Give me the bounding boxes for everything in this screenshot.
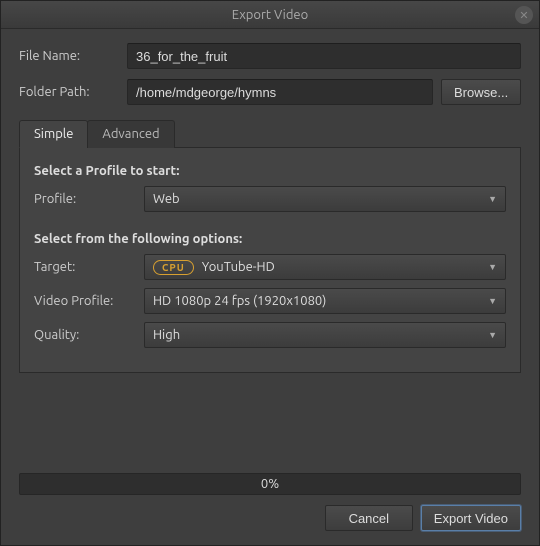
titlebar: Export Video ✕ bbox=[1, 1, 539, 29]
close-button[interactable]: ✕ bbox=[515, 6, 533, 24]
quality-label: Quality: bbox=[34, 328, 144, 342]
cpu-badge: CPU bbox=[153, 260, 194, 275]
video-profile-label: Video Profile: bbox=[34, 294, 144, 308]
tab-panel-simple: Select a Profile to start: Profile: Web … bbox=[19, 148, 521, 373]
tab-advanced[interactable]: Advanced bbox=[87, 120, 174, 148]
progress-bar: 0% bbox=[19, 473, 521, 495]
profile-value: Web bbox=[153, 192, 180, 206]
target-combo[interactable]: CPU YouTube-HD ▼ bbox=[144, 254, 506, 280]
target-label: Target: bbox=[34, 260, 144, 274]
quality-value: High bbox=[153, 328, 180, 342]
video-profile-value: HD 1080p 24 fps (1920x1080) bbox=[153, 294, 326, 308]
chevron-down-icon: ▼ bbox=[488, 330, 497, 340]
folder-path-input[interactable] bbox=[127, 79, 433, 105]
options-section-heading: Select from the following options: bbox=[34, 232, 506, 246]
tab-simple[interactable]: Simple bbox=[19, 120, 88, 148]
chevron-down-icon: ▼ bbox=[488, 262, 497, 272]
target-row: Target: CPU YouTube-HD ▼ bbox=[34, 254, 506, 280]
file-name-label: File Name: bbox=[19, 49, 127, 63]
file-name-row: File Name: bbox=[19, 43, 521, 69]
target-value: YouTube-HD bbox=[202, 260, 275, 274]
folder-path-row: Folder Path: Browse... bbox=[19, 79, 521, 105]
tab-strip: Simple Advanced bbox=[19, 119, 521, 148]
cancel-button[interactable]: Cancel bbox=[325, 505, 413, 531]
folder-path-label: Folder Path: bbox=[19, 85, 127, 99]
profile-label: Profile: bbox=[34, 192, 144, 206]
profile-row: Profile: Web ▼ bbox=[34, 186, 506, 212]
close-icon: ✕ bbox=[519, 9, 528, 22]
dialog-title: Export Video bbox=[232, 8, 308, 22]
export-video-button[interactable]: Export Video bbox=[421, 505, 521, 531]
tabs-container: Simple Advanced Select a Profile to star… bbox=[19, 119, 521, 373]
profile-combo[interactable]: Web ▼ bbox=[144, 186, 506, 212]
video-profile-row: Video Profile: HD 1080p 24 fps (1920x108… bbox=[34, 288, 506, 314]
dialog-content: File Name: Folder Path: Browse... Simple… bbox=[1, 29, 539, 473]
profile-section-heading: Select a Profile to start: bbox=[34, 164, 506, 178]
quality-row: Quality: High ▼ bbox=[34, 322, 506, 348]
progress-text: 0% bbox=[261, 477, 279, 491]
export-video-dialog: Export Video ✕ File Name: Folder Path: B… bbox=[0, 0, 540, 546]
video-profile-combo[interactable]: HD 1080p 24 fps (1920x1080) ▼ bbox=[144, 288, 506, 314]
browse-button[interactable]: Browse... bbox=[441, 79, 521, 105]
quality-combo[interactable]: High ▼ bbox=[144, 322, 506, 348]
dialog-footer: Cancel Export Video bbox=[1, 505, 539, 545]
chevron-down-icon: ▼ bbox=[488, 296, 497, 306]
file-name-input[interactable] bbox=[127, 43, 521, 69]
spacer bbox=[19, 373, 521, 463]
chevron-down-icon: ▼ bbox=[488, 194, 497, 204]
